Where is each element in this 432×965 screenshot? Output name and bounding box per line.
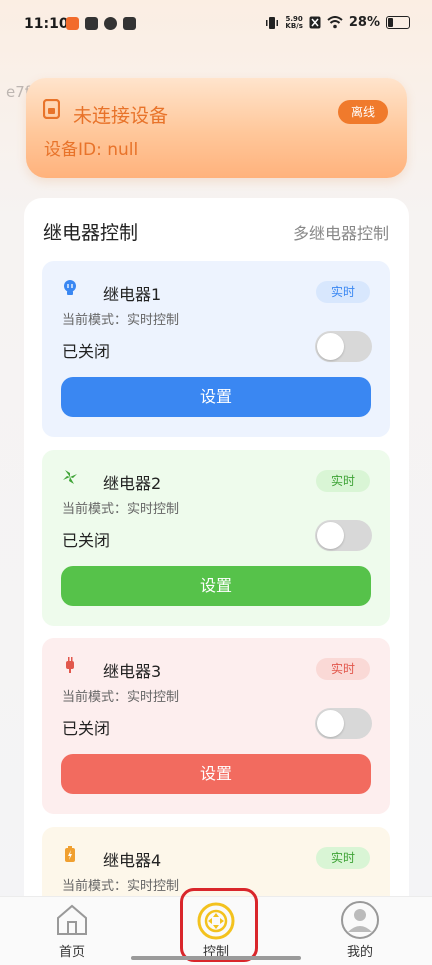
device-icon (43, 99, 60, 119)
battery-charge-icon (65, 846, 75, 862)
app-notification-icon (66, 17, 79, 30)
relay-mode: 当前模式：实时控制 (62, 690, 180, 705)
vibrate-icon (266, 16, 279, 29)
settings-button[interactable]: 设置 (61, 377, 371, 417)
status-right: 5.90 KB/s 28% (265, 15, 410, 30)
toggle-knob (317, 710, 344, 737)
nav-label: 我的 (346, 945, 373, 960)
fan-icon (63, 470, 77, 484)
relay-toggle[interactable] (315, 708, 372, 739)
user-icon (341, 901, 379, 939)
relay-state: 已关闭 (62, 719, 111, 738)
home-icon (57, 904, 87, 935)
nav-label: 首页 (58, 945, 85, 960)
relay-name: 继电器4 (103, 851, 162, 870)
panel-title: 继电器控制 (43, 222, 139, 244)
network-speed: 5.90 KB/s (285, 15, 303, 30)
app-notification-icon (123, 17, 136, 30)
bulb-icon (64, 280, 76, 295)
relay-card-1: 继电器1 实时 当前模式：实时控制 已关闭 设置 (42, 261, 390, 437)
device-title: 未连接设备 (73, 105, 169, 127)
device-status-card[interactable]: 未连接设备 设备ID: null 离线 (26, 78, 407, 178)
app-notification-icon (85, 17, 98, 30)
relay-mode: 当前模式：实时控制 (62, 879, 180, 894)
relay-card-2: 继电器2 实时 当前模式：实时控制 已关闭 设置 (42, 450, 390, 626)
relay-name: 继电器1 (103, 285, 162, 304)
app-notification-icon (104, 17, 117, 30)
settings-button[interactable]: 设置 (61, 566, 371, 606)
relay-toggle[interactable] (315, 331, 372, 362)
relay-card-3: 继电器3 实时 当前模式：实时控制 已关闭 设置 (42, 638, 390, 814)
relay-mode: 当前模式：实时控制 (62, 502, 180, 517)
mode-badge: 实时 (316, 281, 370, 303)
toggle-knob (317, 333, 344, 360)
relay-name: 继电器2 (103, 474, 162, 493)
multi-relay-link[interactable]: 多继电器控制 (293, 220, 389, 244)
relay-name: 继电器3 (103, 662, 162, 681)
speed-unit: KB/s (285, 21, 303, 30)
toggle-knob (317, 522, 344, 549)
battery-icon (386, 16, 410, 29)
relay-state: 已关闭 (62, 531, 111, 550)
battery-percent: 28% (348, 15, 380, 30)
device-id: 设备ID: null (44, 140, 139, 160)
highlight-box (180, 888, 258, 962)
notification-icons (66, 17, 136, 30)
plug-icon (66, 657, 74, 673)
relay-toggle[interactable] (315, 520, 372, 551)
mode-badge: 实时 (316, 470, 370, 492)
status-bar: 11:10 5.90 KB/s 28% (0, 0, 432, 52)
relay-mode: 当前模式：实时控制 (62, 313, 180, 328)
mode-badge: 实时 (316, 658, 370, 680)
relay-control-panel: 继电器控制 多继电器控制 继电器1 实时 当前模式：实时控制 已关闭 设置 继电… (24, 198, 409, 938)
mode-badge: 实时 (316, 847, 370, 869)
nav-profile[interactable]: 我的 (310, 897, 410, 965)
relay-state: 已关闭 (62, 342, 111, 361)
sim-icon (309, 16, 321, 29)
wifi-icon (327, 16, 343, 29)
status-time: 11:10 (24, 16, 69, 32)
offline-badge: 离线 (337, 100, 388, 124)
gesture-home-bar[interactable] (131, 956, 301, 960)
settings-button[interactable]: 设置 (61, 754, 371, 794)
nav-home[interactable]: 首页 (22, 897, 122, 965)
